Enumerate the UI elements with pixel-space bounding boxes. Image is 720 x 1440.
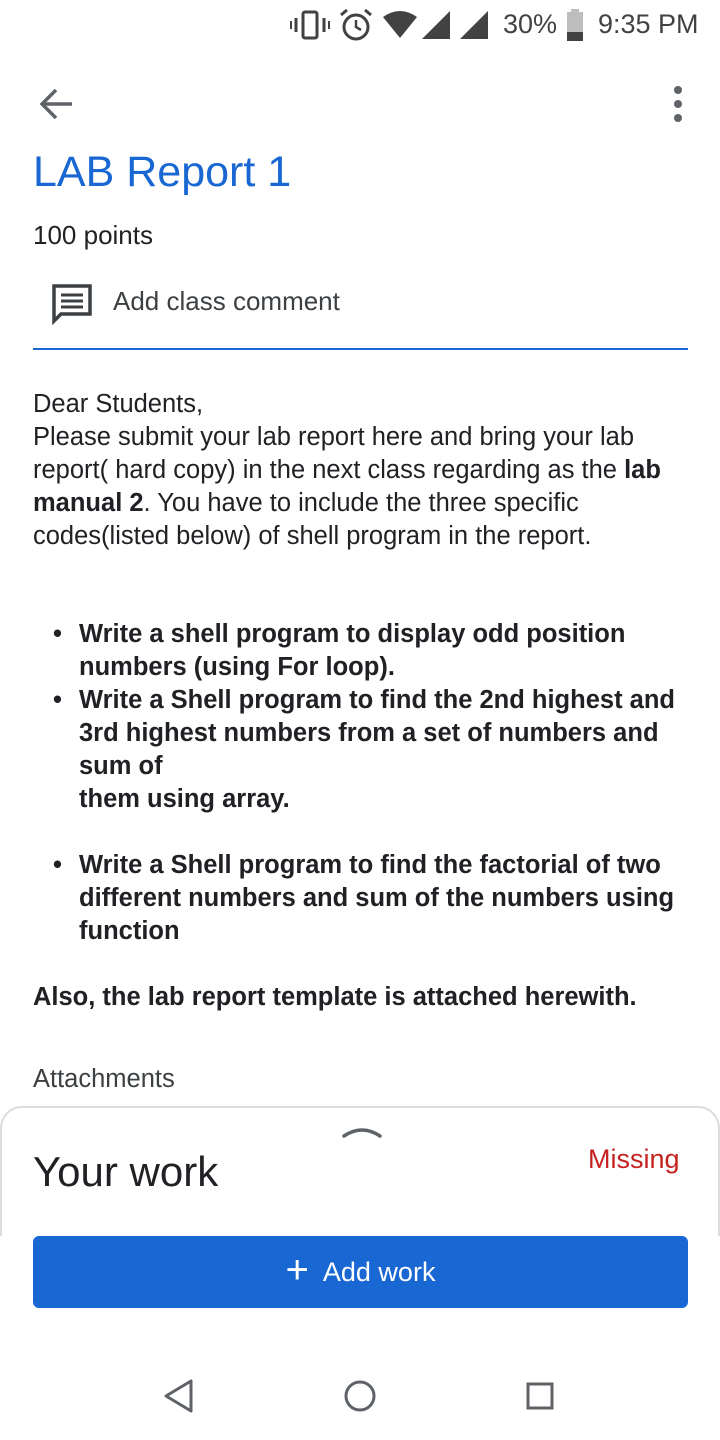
vibrate-icon — [290, 10, 330, 40]
nav-recents-icon[interactable] — [520, 1376, 560, 1416]
add-class-comment-label: Add class comment — [113, 286, 340, 316]
battery-percent: 30% — [503, 9, 558, 39]
instructions-text-part: Please submit your lab report here and b… — [33, 423, 635, 484]
your-work-title: Your work — [33, 1148, 219, 1195]
nav-home-icon[interactable] — [340, 1376, 380, 1416]
arrow-back-icon — [39, 88, 72, 120]
comment-icon — [52, 284, 92, 325]
plus-icon: + — [285, 1248, 309, 1292]
assignment-description: Dear Students, Please submit your lab re… — [33, 388, 683, 553]
task-item: Write a Shell program to find the factor… — [33, 849, 693, 948]
task-item: Write a shell program to display odd pos… — [33, 618, 693, 684]
task-item: Write a Shell program to find the 2nd hi… — [33, 684, 693, 783]
clock-time: 9:35 PM — [598, 9, 699, 39]
closing-note: Also, the lab report template is attache… — [33, 983, 637, 1011]
add-work-button[interactable]: + Add work — [33, 1236, 688, 1308]
status-badge: Missing — [588, 1144, 680, 1174]
nav-back-icon[interactable] — [160, 1376, 200, 1416]
more-vert-icon — [674, 86, 682, 122]
add-work-label: Add work — [322, 1256, 436, 1287]
chevron-up-icon[interactable] — [340, 1122, 384, 1142]
greeting-text: Dear Students, — [33, 390, 204, 418]
task-list: Write a shell program to display odd pos… — [33, 618, 693, 948]
more-options-button[interactable] — [656, 78, 700, 130]
assignment-title: LAB Report 1 — [33, 148, 292, 196]
instructions-text: Please submit your lab report here and b… — [33, 421, 683, 553]
system-nav-bar — [0, 1340, 720, 1440]
back-button[interactable] — [30, 78, 82, 130]
battery-icon — [567, 9, 583, 41]
task-item-continuation: them using array. — [79, 785, 290, 813]
alarm-icon — [340, 8, 372, 41]
signal-icon — [422, 11, 450, 39]
attachments-heading: Attachments — [33, 1065, 175, 1093]
add-class-comment-button[interactable]: Add class comment — [33, 276, 688, 350]
signal-icon — [460, 11, 488, 39]
status-bar: 30% 9:35 PM — [0, 0, 720, 52]
assignment-points: 100 points — [33, 220, 153, 250]
wifi-icon — [383, 11, 417, 38]
your-work-sheet[interactable]: Your work Missing — [0, 1106, 720, 1236]
